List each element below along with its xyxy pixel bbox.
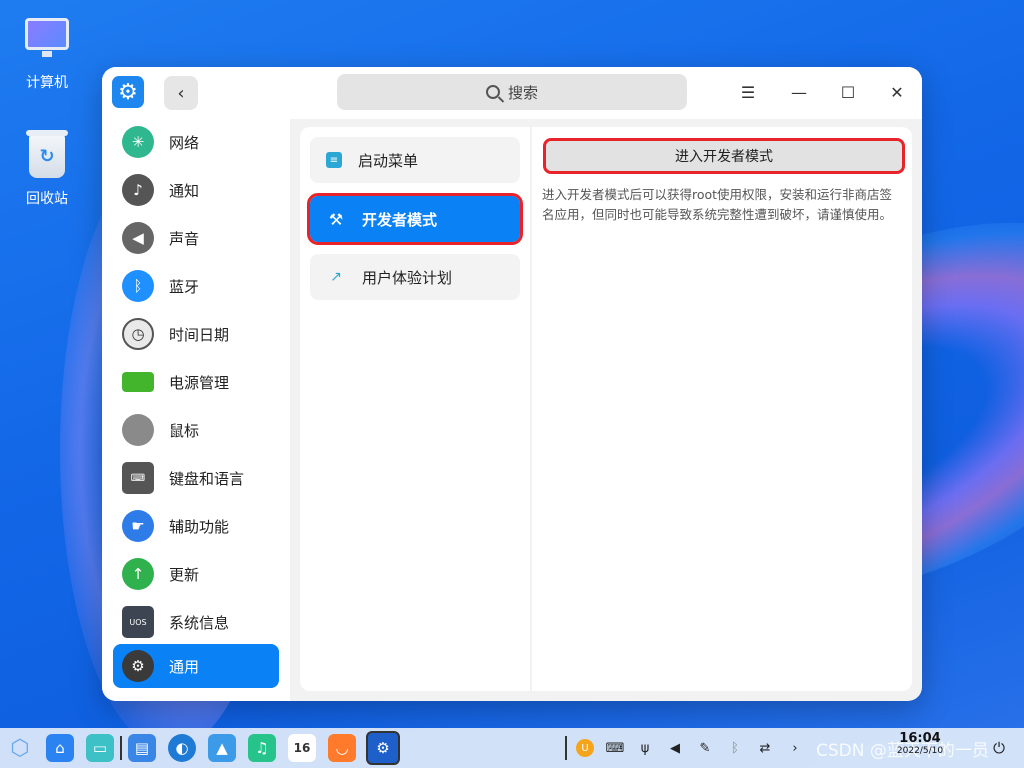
menu-button[interactable]: ☰ [736, 80, 760, 104]
network-icon: ✳ [122, 126, 154, 158]
system-info-icon: UOS [122, 606, 154, 638]
clock-icon: ◷ [122, 318, 154, 350]
search-icon [485, 85, 500, 99]
sidebar-item-network[interactable]: ✳ 网络 [113, 120, 279, 164]
close-button[interactable]: ✕ [885, 80, 909, 104]
image-viewer-icon[interactable]: ▲ [208, 734, 236, 762]
power-icon[interactable]: ⏻ [990, 739, 1008, 757]
general-submenu: ≡ 启动菜单 ⚒ 开发者模式 ↗ 用户体验计划 [300, 127, 530, 691]
developer-mode-description: 进入开发者模式后可以获得root使用权限，安装和运行非商店签名应用，但同时也可能… [542, 187, 893, 222]
sidebar-item-label: 通知 [169, 181, 200, 200]
clock[interactable]: 16:04 2022/5/10 [890, 731, 950, 756]
menu-item-developer-mode[interactable]: ⚒ 开发者模式 [307, 193, 523, 245]
sidebar-item-mouse[interactable]: 鼠标 [113, 408, 279, 452]
sidebar-item-general[interactable]: ⚙ 通用 [113, 644, 279, 688]
sidebar-item-power[interactable]: 电源管理 [113, 360, 279, 404]
sidebar-item-label: 网络 [169, 133, 200, 152]
desktop-icon-trash[interactable]: ↻ 回收站 [14, 130, 80, 208]
bluetooth-icon: ᛒ [122, 270, 154, 302]
taskbar-separator [120, 736, 122, 760]
sidebar-item-notification[interactable]: ♪ 通知 [113, 168, 279, 212]
input-method-icon[interactable]: U [576, 739, 594, 757]
titlebar: ⚙ ‹ 搜索 ☰ — ☐ ✕ [102, 67, 922, 119]
gear-icon: ⚙ [112, 76, 144, 108]
gear-icon: ⚙ [122, 650, 154, 682]
menu-item-boot-menu[interactable]: ≡ 启动菜单 [310, 137, 520, 183]
maximize-icon: ☐ [840, 82, 856, 102]
taskbar: ⬡ ⌂ ▭ ▤ ◐ ▲ ♫ 16 ◡ ⚙ U ⌨ ψ ◀ ✎ ᛒ ⇄ › CSD… [0, 728, 1024, 768]
back-button[interactable]: ‹ [164, 76, 198, 110]
sidebar-item-accessibility[interactable]: ☛ 辅助功能 [113, 504, 279, 548]
sidebar-item-label: 时间日期 [169, 325, 230, 344]
sidebar-item-label: 鼠标 [169, 421, 200, 440]
minimize-icon: — [791, 82, 807, 102]
browser-icon[interactable]: ◐ [168, 734, 196, 762]
desktop-icon-label: 回收站 [26, 191, 68, 207]
clock-time: 16:04 [899, 731, 941, 746]
sidebar-item-label: 系统信息 [169, 613, 230, 632]
sidebar-item-label: 更新 [169, 565, 200, 584]
trash-icon: ↻ [23, 130, 71, 182]
sidebar-item-label: 键盘和语言 [169, 469, 245, 488]
music-icon[interactable]: ♫ [248, 734, 276, 762]
control-center-taskbar-icon[interactable]: ⚙ [366, 731, 400, 765]
sidebar-item-update[interactable]: ↑ 更新 [113, 552, 279, 596]
bluetooth-tray-icon[interactable]: ᛒ [726, 739, 744, 757]
maximize-button[interactable]: ☐ [836, 80, 860, 104]
pen-icon[interactable]: ✎ [696, 739, 714, 757]
tools-icon: ⚒ [328, 209, 344, 229]
search-input[interactable]: 搜索 [337, 74, 687, 110]
calendar-icon[interactable]: 16 [288, 734, 316, 762]
app-store-icon[interactable]: ◡ [328, 734, 356, 762]
sidebar-item-label: 辅助功能 [169, 517, 230, 536]
sidebar-item-system-info[interactable]: UOS 系统信息 [113, 600, 279, 644]
menu-item-label: 用户体验计划 [362, 268, 453, 287]
sidebar-item-datetime[interactable]: ◷ 时间日期 [113, 312, 279, 356]
control-center-window: ⚙ ‹ 搜索 ☰ — ☐ ✕ ✳ 网络 ♪ 通知 ◀ 声音 ᛒ 蓝牙 ◷ 时间日… [102, 67, 922, 701]
speaker-icon: ◀ [122, 222, 154, 254]
update-icon: ↑ [122, 558, 154, 590]
enter-developer-mode-button[interactable]: 进入开发者模式 [543, 138, 905, 174]
multitask-view-icon[interactable]: ▭ [86, 734, 114, 762]
keyboard-tray-icon[interactable]: ⌨ [606, 739, 625, 757]
menu-icon: ☰ [740, 82, 756, 102]
bell-icon: ♪ [122, 174, 154, 206]
close-icon: ✕ [890, 82, 904, 102]
chart-line-icon: ↗ [330, 269, 342, 285]
keyboard-icon: ⌨ [122, 462, 154, 494]
sidebar: ✳ 网络 ♪ 通知 ◀ 声音 ᛒ 蓝牙 ◷ 时间日期 电源管理 鼠标 ⌨ 键盘和… [102, 119, 290, 701]
developer-mode-panel: 进入开发者模式 进入开发者模式后可以获得root使用权限，安装和运行非商店签名应… [532, 127, 912, 691]
mouse-icon [122, 414, 154, 446]
boot-menu-icon: ≡ [326, 152, 342, 168]
accessibility-icon: ☛ [122, 510, 154, 542]
battery-icon [122, 372, 154, 392]
clock-date: 2022/5/10 [896, 746, 944, 756]
network-tray-icon[interactable]: ⇄ [756, 739, 774, 757]
usb-icon[interactable]: ψ [636, 739, 654, 757]
home-icon[interactable]: ⌂ [46, 734, 74, 762]
menu-item-user-experience[interactable]: ↗ 用户体验计划 [310, 254, 520, 300]
chevron-right-icon[interactable]: › [786, 739, 804, 757]
menu-item-label: 启动菜单 [358, 151, 419, 170]
search-placeholder: 搜索 [507, 83, 538, 102]
desktop-icon-label: 计算机 [26, 75, 68, 91]
sidebar-item-label: 蓝牙 [169, 277, 200, 296]
sidebar-item-label: 声音 [169, 229, 200, 248]
sidebar-item-label: 通用 [169, 657, 200, 676]
sidebar-item-keyboard[interactable]: ⌨ 键盘和语言 [113, 456, 279, 500]
volume-mute-icon[interactable]: ◀ [666, 739, 684, 757]
computer-icon [23, 18, 71, 66]
sidebar-item-sound[interactable]: ◀ 声音 [113, 216, 279, 260]
sidebar-item-label: 电源管理 [169, 373, 230, 392]
launcher-icon[interactable]: ⬡ [6, 734, 34, 762]
taskbar-separator [565, 736, 567, 760]
file-manager-icon[interactable]: ▤ [128, 734, 156, 762]
desktop-icon-computer[interactable]: 计算机 [14, 10, 80, 92]
menu-item-label: 开发者模式 [362, 210, 438, 229]
minimize-button[interactable]: — [787, 80, 811, 104]
sidebar-item-bluetooth[interactable]: ᛒ 蓝牙 [113, 264, 279, 308]
chevron-left-icon: ‹ [177, 82, 185, 104]
